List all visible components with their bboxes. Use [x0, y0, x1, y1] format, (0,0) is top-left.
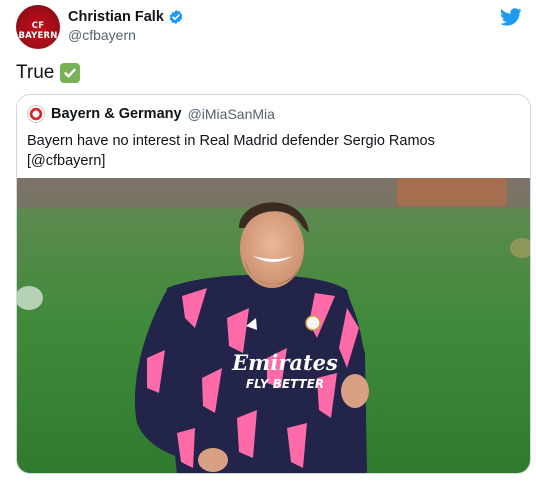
avatar-logo-text: CF BAYERN	[18, 21, 58, 41]
quoted-tweet-text: Bayern have no interest in Real Madrid d…	[27, 133, 435, 169]
quoted-tweet-photo[interactable]: Emirates FLY BETTER	[17, 178, 531, 474]
author-avatar[interactable]: CF BAYERN	[16, 5, 60, 49]
twitter-bird-icon[interactable]	[500, 8, 522, 26]
quoted-tweet[interactable]: Bayern & Germany @iMiaSanMia Bayern have…	[16, 94, 531, 474]
author-name[interactable]: Christian Falk	[68, 9, 164, 25]
check-mark-icon	[60, 63, 81, 83]
shirt-sponsor-text: Emirates	[231, 350, 338, 375]
author-handle[interactable]: @cfbayern	[68, 27, 184, 43]
tweet-text: True	[16, 62, 81, 84]
verified-badge-icon	[169, 10, 183, 24]
quoted-author-name[interactable]: Bayern & Germany	[51, 106, 182, 122]
shirt-sponsor-subtext: FLY BETTER	[246, 377, 324, 391]
author-block: Christian Falk @cfbayern	[68, 9, 184, 43]
quoted-author-handle[interactable]: @iMiaSanMia	[188, 106, 275, 122]
tweet-card: CF BAYERN Christian Falk @cfbayern True …	[0, 0, 536, 486]
quoted-tweet-header: Bayern & Germany @iMiaSanMia	[27, 105, 275, 123]
quoted-author-avatar[interactable]	[27, 105, 45, 123]
tweet-text-content: True	[16, 62, 55, 83]
